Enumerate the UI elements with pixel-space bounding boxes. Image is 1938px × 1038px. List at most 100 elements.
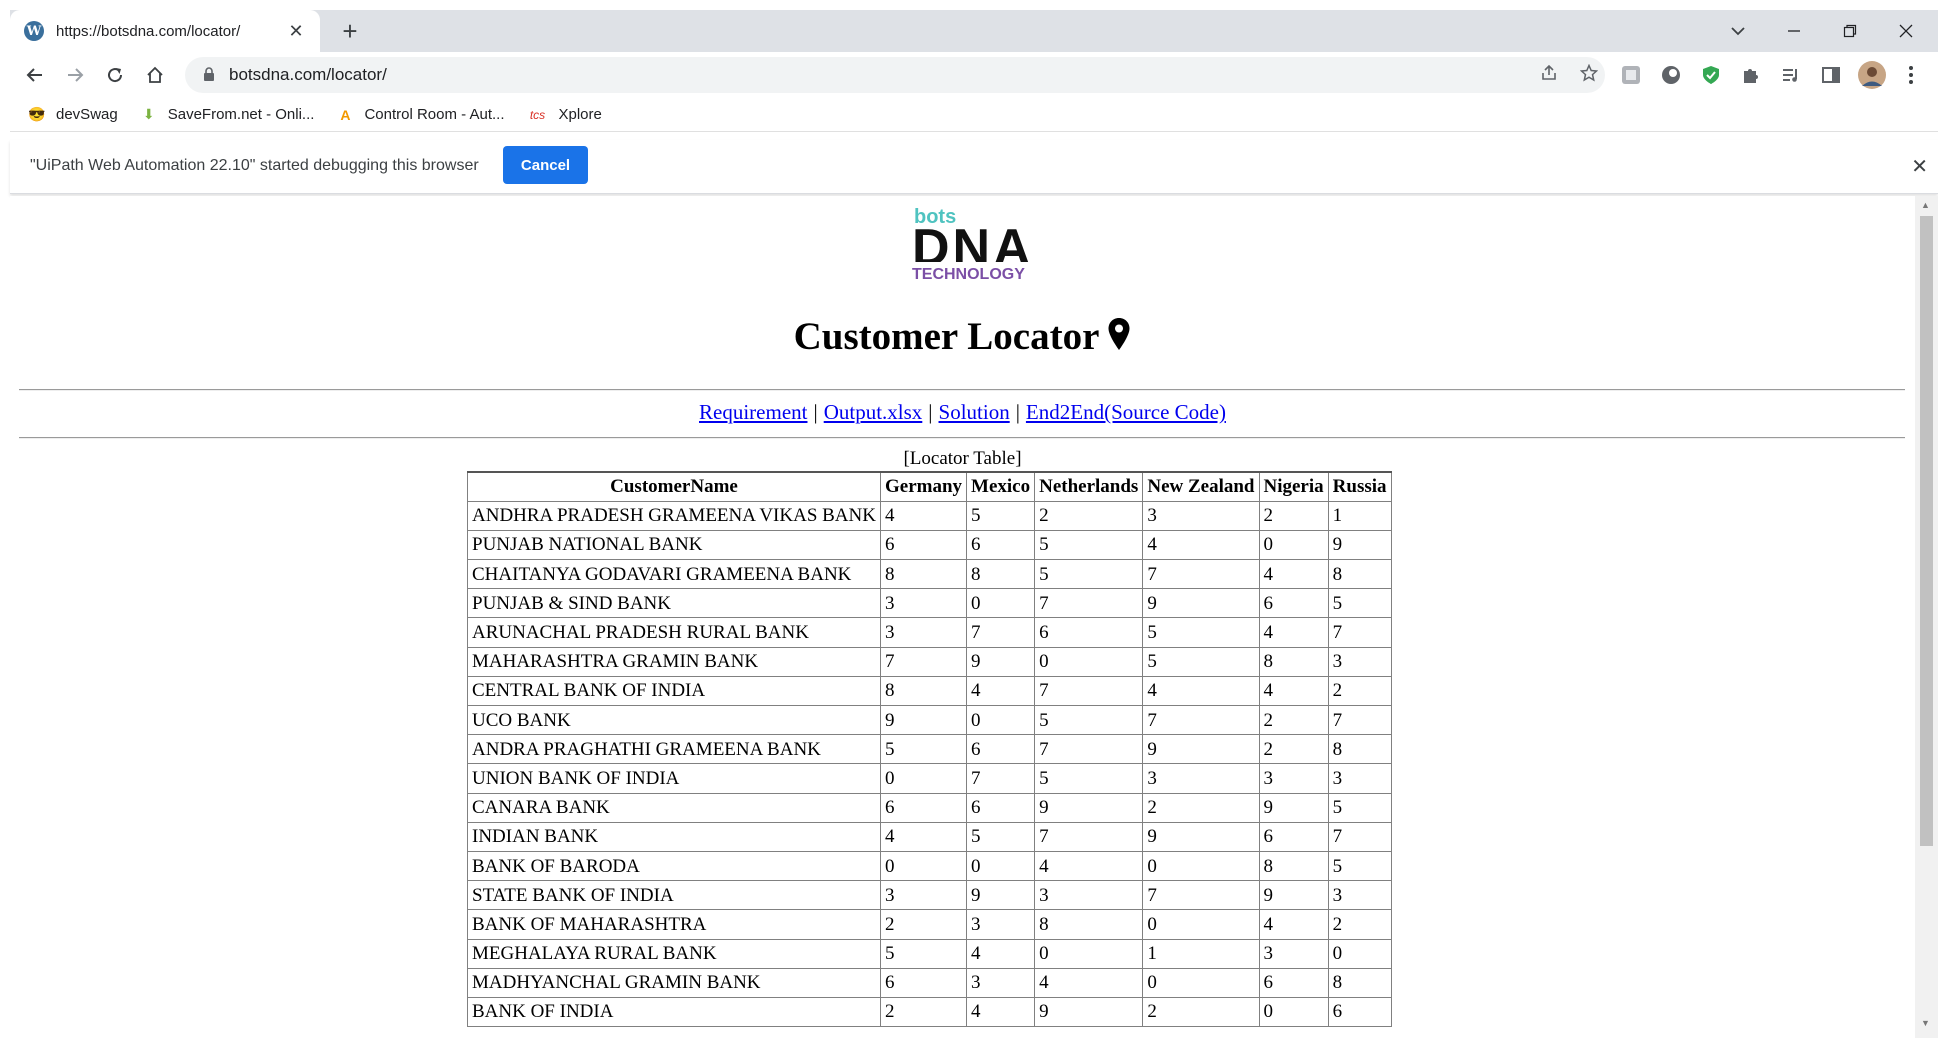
solution-link[interactable]: Solution [939,400,1010,424]
country-value-cell: 2 [1034,500,1144,531]
country-value-cell: 2 [879,996,968,1028]
country-value-cell: 7 [1142,559,1260,590]
wordpress-favicon-icon: W [24,21,44,41]
bookmark-xplore[interactable]: tcs Xplore [527,106,602,124]
country-value-cell: 6 [966,792,1036,823]
puzzle-extensions-icon[interactable] [1740,64,1762,86]
profile-avatar[interactable] [1858,61,1886,89]
share-icon[interactable] [1540,64,1558,87]
home-icon[interactable] [140,60,170,90]
bookmark-devswag[interactable]: 😎 devSwag [28,106,117,124]
tab-close-icon[interactable]: ✕ [286,21,306,42]
country-value-cell: 0 [1258,529,1329,561]
country-value-cell: 8 [1327,967,1392,998]
infobar-close-icon[interactable]: ✕ [1911,154,1928,179]
country-value-cell: 3 [966,967,1036,998]
tcs-logo-icon: tcs [529,107,546,122]
customer-name-cell: BANK OF MAHARASHTRA [467,909,881,940]
customer-name-cell: CENTRAL BANK OF INDIA [467,675,881,707]
customer-name-cell: CANARA BANK [467,792,881,823]
customer-name-cell: MEGHALAYA RURAL BANK [467,938,881,969]
country-value-cell: 5 [966,500,1036,531]
country-value-cell: 4 [966,938,1036,969]
back-arrow-icon[interactable] [20,60,50,90]
country-value-cell: 5 [1034,763,1144,794]
automation-anywhere-icon: A [340,106,351,123]
country-value-cell: 5 [1327,850,1392,882]
cancel-debugging-button[interactable]: Cancel [503,146,588,184]
tab-search-icon[interactable] [1710,10,1766,52]
end2end-source-code-link[interactable]: End2End(Source Code) [1026,400,1226,424]
shield-icon[interactable] [1700,64,1722,86]
extension-globe-icon[interactable] [1660,64,1682,86]
country-value-cell: 2 [1327,675,1392,707]
header-new-zealand: New Zealand [1142,470,1260,502]
country-value-cell: 0 [1034,646,1144,677]
table-body: ANDHRA PRADESH GRAMEENA VIKAS BANK 4 5 2 3 2 1… [467,500,1392,1028]
country-value-cell: 0 [1142,967,1260,998]
botsdna-logo[interactable]: bots DNA TECHNOLOGY [902,206,1032,286]
bookmark-control-room[interactable]: A Control Room - Aut... [336,106,504,124]
customer-name-cell: BANK OF BARODA [467,850,881,882]
requirement-link[interactable]: Requirement [699,400,807,424]
page-content: bots DNA TECHNOLOGY Customer Locator Req… [10,196,1915,1038]
customer-name-cell: MAHARASHTRA GRAMIN BANK [467,646,881,677]
new-tab-button[interactable]: + [335,16,365,46]
extension-avatar-icon[interactable] [1620,64,1642,86]
country-value-cell: 2 [1258,500,1329,531]
output-xlsx-link[interactable]: Output.xlsx [824,400,923,424]
country-value-cell: 9 [966,646,1036,677]
country-value-cell: 6 [879,529,968,561]
tab-title: https://botsdna.com/locator/ [56,22,241,40]
scroll-down-arrow-icon[interactable]: ▼ [1921,1018,1930,1028]
logo-technology-text: TECHNOLOGY [912,266,1025,283]
country-value-cell: 8 [879,675,968,707]
resource-links: Requirement | Output.xlsx | Solution | End2End… [10,400,1915,425]
minimize-icon[interactable] [1766,10,1822,52]
bookmarks-bar: 😎 devSwag ⬇ SaveFrom.net - Onli... A Con… [10,98,1938,132]
infobar-message: "UiPath Web Automation 22.10" started de… [30,157,479,174]
country-value-cell: 3 [966,909,1036,940]
menu-kebab-icon[interactable] [1900,64,1922,86]
country-value-cell: 7 [1034,588,1144,619]
page-title: Customer Locator [10,314,1915,361]
media-queue-icon[interactable] [1780,64,1802,86]
bookmark-savefrom[interactable]: ⬇ SaveFrom.net - Onli... [140,106,315,124]
country-value-cell: 7 [966,617,1036,648]
address-bar[interactable]: botsdna.com/locator/ [185,57,1605,93]
country-value-cell: 9 [966,880,1036,911]
window-close-icon[interactable] [1878,10,1934,52]
table-row: CHAITANYA GODAVARI GRAMEENA BANK 8 8 5 7 4 8 [467,559,1392,590]
reload-icon[interactable] [100,60,130,90]
table-caption: [Locator Table] [903,448,1022,469]
table-header-row: CustomerName Germany Mexico Netherlands … [467,470,1392,502]
table-row: STATE BANK OF INDIA 3 9 3 7 9 3 [467,880,1392,911]
country-value-cell: 0 [1327,938,1392,969]
forward-arrow-icon[interactable] [60,60,90,90]
country-value-cell: 3 [1327,646,1392,677]
scroll-up-arrow-icon[interactable]: ▲ [1921,200,1930,210]
country-value-cell: 4 [1258,675,1329,707]
country-value-cell: 7 [1327,704,1392,736]
country-value-cell: 0 [879,763,968,794]
bookmark-star-icon[interactable] [1579,63,1599,87]
side-panel-icon[interactable] [1820,64,1842,86]
restore-icon[interactable] [1822,10,1878,52]
page-scrollbar[interactable]: ▲ ▼ [1915,196,1938,1038]
country-value-cell: 2 [1258,734,1329,765]
country-value-cell: 4 [1258,559,1329,590]
country-value-cell: 0 [966,850,1036,882]
browser-tab[interactable]: W https://botsdna.com/locator/ ✕ [10,10,320,52]
bookmark-label: SaveFrom.net - Onli... [167,106,315,123]
customer-name-cell: INDIAN BANK [467,821,881,852]
country-value-cell: 4 [1142,675,1260,707]
table-row: CENTRAL BANK OF INDIA 8 4 7 4 4 2 [467,675,1392,707]
country-value-cell: 5 [1034,559,1144,590]
country-value-cell: 5 [879,938,968,969]
page-title-text: Customer Locator [793,315,1100,358]
country-value-cell: 8 [1034,909,1144,940]
country-value-cell: 7 [1034,734,1144,765]
country-value-cell: 4 [879,500,968,531]
country-value-cell: 3 [1142,500,1260,531]
scrollbar-thumb[interactable] [1920,216,1933,846]
